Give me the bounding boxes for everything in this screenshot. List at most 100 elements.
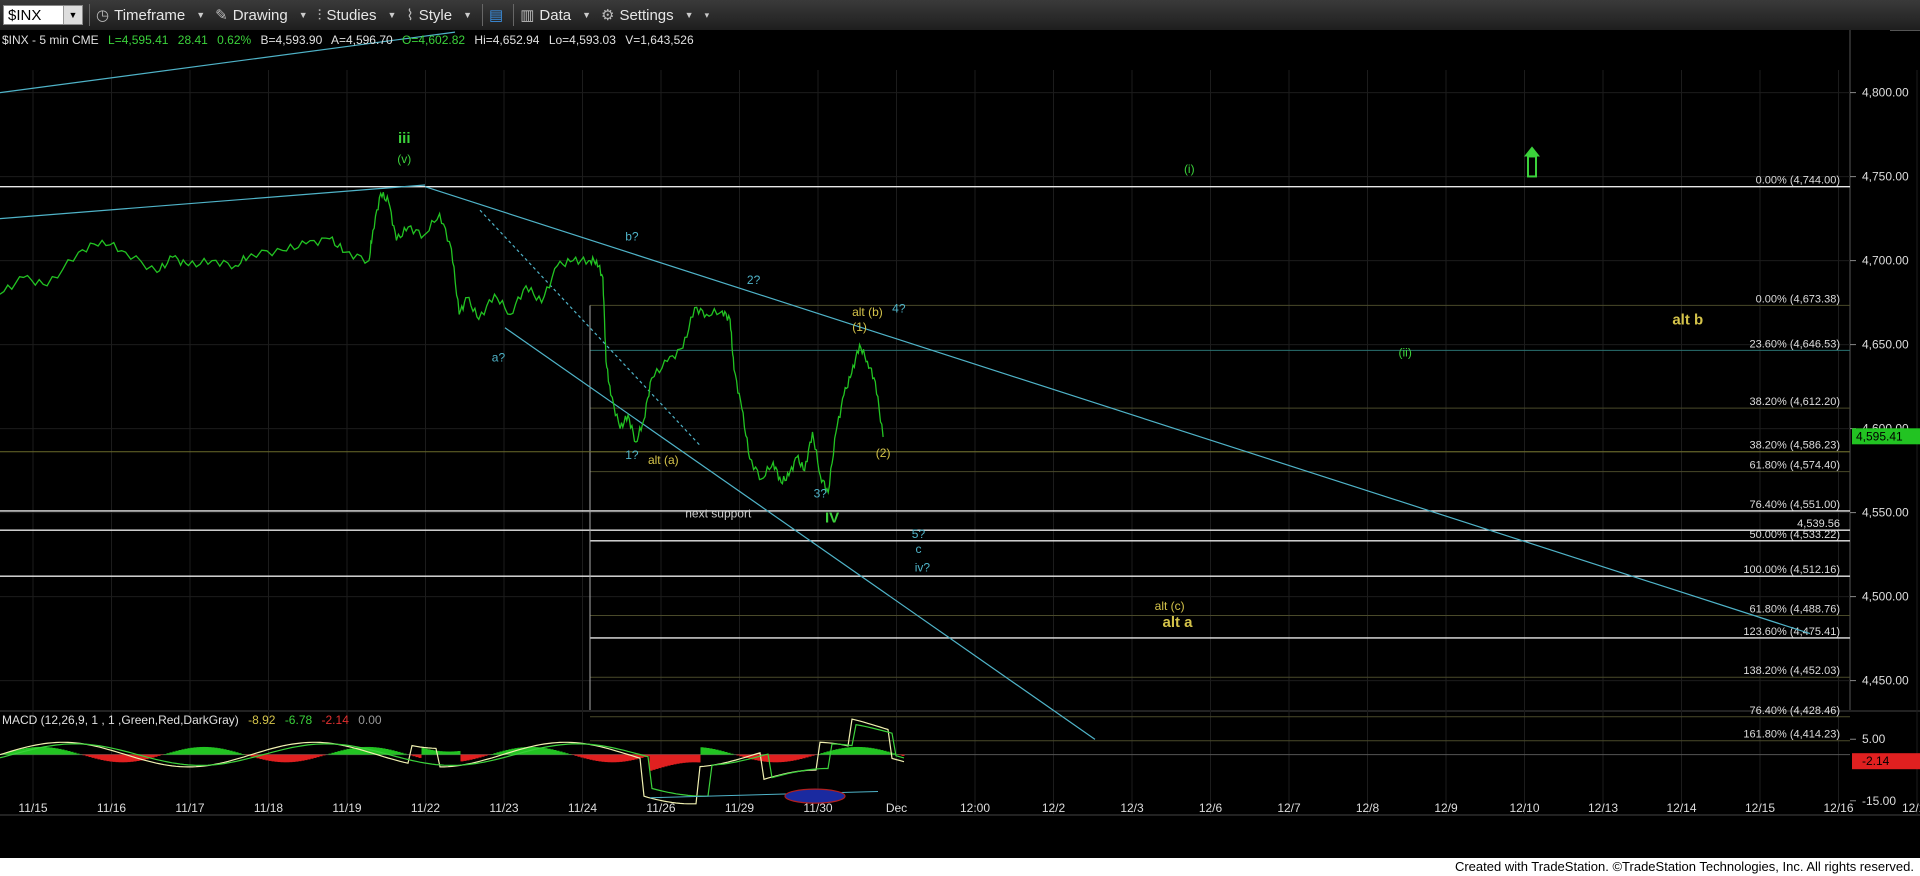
wave-label: 1? bbox=[625, 448, 639, 462]
toolbar: $INX ▼ ◷ Timeframe ▼ ✎ Drawing ▼ ⫶ Studi… bbox=[0, 0, 1920, 31]
chevron-down-icon: ▼ bbox=[196, 10, 206, 20]
timeframe-button[interactable]: ◷ Timeframe ▼ bbox=[96, 6, 206, 25]
wave-label: (v) bbox=[397, 152, 411, 166]
drawing-label: Drawing bbox=[232, 6, 288, 24]
price-change: 28.41 bbox=[178, 33, 208, 47]
wave-label: alt a bbox=[1162, 614, 1193, 631]
symbol-selector[interactable]: $INX ▼ bbox=[3, 5, 83, 25]
bid-price: B=4,593.90 bbox=[261, 33, 323, 47]
x-tick-label: 12/16 bbox=[1823, 801, 1853, 815]
x-tick-label: 12/9 bbox=[1434, 801, 1458, 815]
chevron-down-icon: ▼ bbox=[684, 10, 694, 20]
x-tick-label: 12:00 bbox=[960, 801, 990, 815]
y-tick-label: 4,550.00 bbox=[1862, 506, 1909, 520]
data-button[interactable]: ▥ Data ▼ bbox=[520, 6, 591, 25]
chevron-down-icon[interactable]: ▼ bbox=[63, 6, 82, 24]
footer-credit: Created with TradeStation. ©TradeStation… bbox=[0, 858, 1920, 876]
fib-label: 161.80% (4,414.23) bbox=[1743, 729, 1840, 741]
x-tick-label: 11/22 bbox=[411, 801, 440, 815]
fib-label: 0.00% (4,673.38) bbox=[1756, 293, 1840, 305]
chart-canvas[interactable]: 0.00% (4,744.00) 0.00% (4,673.38) 23.60% (… bbox=[0, 30, 1920, 858]
x-tick-label: 11/16 bbox=[97, 801, 126, 815]
x-tick-label: 11/19 bbox=[332, 801, 361, 815]
wave-label: iv? bbox=[915, 560, 931, 574]
x-tick-label: Dec bbox=[886, 801, 907, 815]
y-tick-label: 4,700.00 bbox=[1862, 254, 1909, 268]
x-tick-label: 11/15 bbox=[18, 801, 47, 815]
fib-label: 138.20% (4,452.03) bbox=[1743, 665, 1840, 677]
fib-label: 100.00% (4,512.16) bbox=[1743, 564, 1840, 576]
macd-label-text: MACD (12,26,9, 1 , 1 ,Green,Red,DarkGray… bbox=[2, 713, 239, 727]
wave-label: 4? bbox=[892, 302, 906, 316]
clock-icon: ◷ bbox=[96, 7, 110, 24]
symbol-line-text: $INX - 5 min CME bbox=[2, 33, 99, 47]
low-price: Lo=4,593.03 bbox=[549, 33, 616, 47]
wave-label: (2) bbox=[876, 446, 891, 460]
x-tick-label: 11/24 bbox=[568, 801, 597, 815]
toolbar-divider bbox=[482, 4, 484, 26]
chevron-down-icon: ▼ bbox=[387, 10, 397, 20]
macd-histogram: -2.14 bbox=[322, 713, 350, 727]
x-tick-label: 12/2 bbox=[1042, 801, 1066, 815]
wave-label: b? bbox=[625, 229, 639, 243]
x-tick-label: 11/26 bbox=[646, 801, 675, 815]
wave-label: c bbox=[915, 542, 921, 556]
price-panel bbox=[0, 30, 1890, 710]
time-axis: 11/15 11/16 11/17 11/18 11/19 11/22 11/23 11/24… bbox=[18, 801, 1920, 815]
studies-button[interactable]: ⫶ Studies ▼ bbox=[318, 7, 397, 24]
high-price: Hi=4,652.94 bbox=[474, 33, 539, 47]
wave-label: iii bbox=[398, 130, 411, 147]
fib-label: 76.40% (4,428.46) bbox=[1749, 705, 1840, 717]
y-tick-label: 4,650.00 bbox=[1862, 338, 1909, 352]
chevron-down-icon: ▾ bbox=[704, 9, 710, 20]
fib-label: 50.00% (4,533.22) bbox=[1749, 529, 1840, 541]
fib-label: 0.00% (4,744.00) bbox=[1756, 175, 1840, 187]
macd-tick-label: -15.00 bbox=[1862, 794, 1896, 808]
wave-label: 5? bbox=[912, 527, 926, 541]
macd-tick-label: 5.00 bbox=[1862, 732, 1886, 746]
macd-signal: -6.78 bbox=[285, 713, 313, 727]
x-tick-label: 12/8 bbox=[1356, 801, 1380, 815]
divergence-ellipse bbox=[784, 788, 846, 804]
y-tick-label: 4,800.00 bbox=[1862, 86, 1909, 100]
volume: V=1,643,526 bbox=[625, 33, 694, 47]
settings-label: Settings bbox=[619, 6, 674, 24]
x-tick-label: 12/17 bbox=[1902, 801, 1920, 815]
wave-label: alt (b) bbox=[852, 305, 883, 319]
drawing-button[interactable]: ✎ Drawing ▼ bbox=[215, 6, 308, 25]
wave-label: alt (a) bbox=[648, 453, 679, 467]
fib-label: 38.20% (4,586.23) bbox=[1749, 440, 1840, 452]
y-tick-label: 4,500.00 bbox=[1862, 590, 1909, 604]
chevron-down-icon: ▼ bbox=[298, 10, 308, 20]
settings-button[interactable]: ⚙ Settings ▼ ▾ bbox=[601, 6, 710, 25]
brush-icon: ⌇ bbox=[406, 7, 414, 24]
macd-current-badge-text: -2.14 bbox=[1862, 754, 1890, 768]
data-label: Data bbox=[539, 6, 572, 24]
price-change-pct: 0.62% bbox=[217, 33, 251, 47]
wave-label: IV bbox=[825, 510, 839, 527]
x-tick-label: 12/6 bbox=[1199, 801, 1223, 815]
timeframe-label: Timeframe bbox=[114, 6, 186, 24]
style-button[interactable]: ⌇ Style ▼ bbox=[406, 6, 472, 25]
macd-value: -8.92 bbox=[248, 713, 276, 727]
x-tick-label: 12/14 bbox=[1666, 801, 1696, 815]
wave-label: alt b bbox=[1672, 311, 1703, 328]
x-tick-label: 12/15 bbox=[1745, 801, 1775, 815]
chevron-down-icon: ▼ bbox=[582, 10, 591, 20]
macd-panel: 5.00 -15.00 -2.14 bbox=[0, 718, 1920, 808]
style-label: Style bbox=[418, 6, 453, 24]
fib-label: 38.20% (4,612.20) bbox=[1749, 396, 1840, 408]
layout-button[interactable]: ▤ bbox=[489, 6, 503, 24]
wave-label: (i) bbox=[1184, 162, 1195, 176]
y-tick-label: 4,750.00 bbox=[1862, 170, 1909, 184]
fib-label: 23.60% (4,646.53) bbox=[1749, 338, 1840, 350]
wave-label: 2? bbox=[747, 273, 761, 287]
x-tick-label: 12/3 bbox=[1120, 801, 1144, 815]
toolbar-divider bbox=[513, 4, 515, 26]
fib-label: 61.80% (4,574.40) bbox=[1749, 460, 1840, 472]
x-tick-label: 11/18 bbox=[254, 801, 283, 815]
x-tick-label: 12/7 bbox=[1277, 801, 1301, 815]
macd-label: MACD (12,26,9, 1 , 1 ,Green,Red,DarkGray… bbox=[2, 713, 382, 727]
y-tick-label: 4,450.00 bbox=[1862, 674, 1909, 688]
fib-label: 61.80% (4,488.76) bbox=[1749, 603, 1840, 615]
